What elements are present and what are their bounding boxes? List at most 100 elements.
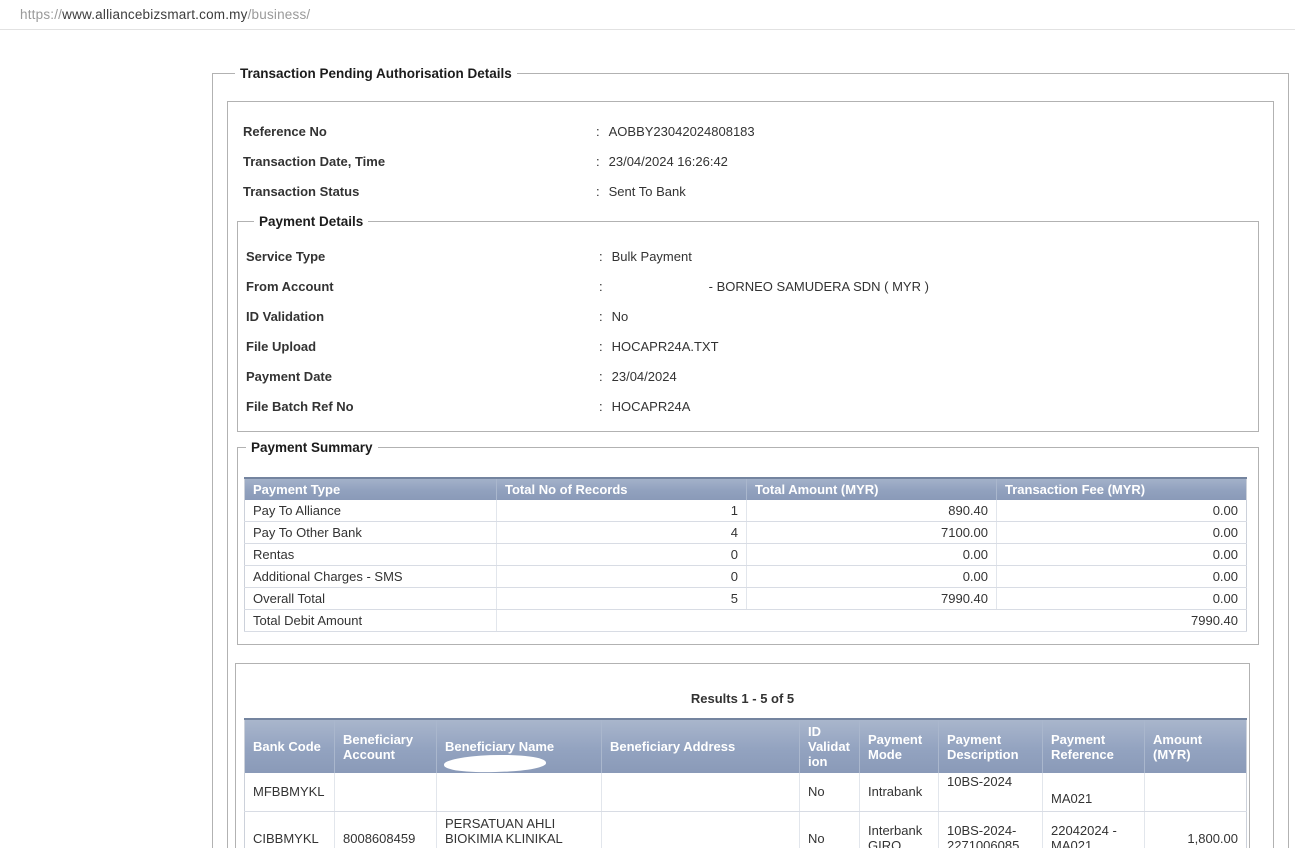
field-value-text: AOBBY23042024808183 (609, 124, 755, 139)
table-row: Pay To Alliance 1 890.40 0.00 (245, 500, 1247, 522)
cell-payment-reference: MA021 (1043, 773, 1145, 811)
field-label: File Batch Ref No (246, 399, 599, 414)
cell-records: 5 (497, 588, 747, 610)
field-value: :- BORNEO SAMUDERA SDN ( MYR ) (599, 279, 929, 294)
payment-summary-title: Payment Summary (246, 440, 378, 455)
cell-payment-type: Pay To Other Bank (245, 522, 497, 544)
cell-fee: 0.00 (997, 500, 1247, 522)
cell-records: 1 (497, 500, 747, 522)
field-row-from-account: From Account :- BORNEO SAMUDERA SDN ( MY… (246, 271, 1258, 301)
field-label: From Account (246, 279, 599, 294)
field-row-service-type: Service Type : Bulk Payment (246, 241, 1258, 271)
url-scheme: https:// (20, 7, 62, 22)
results-section: Results 1 - 5 of 5 Bank Code Beneficiary… (235, 663, 1250, 848)
cell-id-validation: No (800, 773, 860, 811)
column-header-beneficiary-account: Beneficiary Account (335, 719, 437, 773)
cell-amount: 0.00 (747, 544, 997, 566)
cell-payment-type: Pay To Alliance (245, 500, 497, 522)
field-label: File Upload (246, 339, 599, 354)
table-header-row: Payment Type Total No of Records Total A… (245, 478, 1247, 500)
field-value-text: No (612, 309, 629, 324)
payment-details-section: Payment Details Service Type : Bulk Payme… (237, 214, 1259, 432)
colon: : (599, 369, 603, 384)
cell-total-debit-value: 7990.40 (497, 610, 1247, 632)
details-panel: Reference No : AOBBY23042024808183 Transa… (227, 101, 1274, 848)
field-label: Reference No (243, 124, 596, 139)
column-header-id-validation: ID Validation (800, 719, 860, 773)
field-label: Transaction Date, Time (243, 154, 596, 169)
cell-records: 0 (497, 566, 747, 588)
url-domain: www.alliancebizsmart.com.my (62, 7, 247, 22)
colon: : (596, 154, 600, 169)
field-value: :23/04/2024 (599, 369, 677, 384)
field-value-text: HOCAPR24A (612, 399, 691, 414)
cell-amount: 7100.00 (747, 522, 997, 544)
field-value-text: Bulk Payment (612, 249, 692, 264)
colon: : (599, 399, 603, 414)
colon: : (599, 249, 603, 264)
results-table-wrap: Bank Code Beneficiary Account Beneficiar… (244, 718, 1246, 848)
cell-payment-type: Overall Total (245, 588, 497, 610)
table-row: MFBBMYKL No Intrabank 10BS-2024 MA021 (245, 773, 1247, 811)
column-header-transaction-fee: Transaction Fee (MYR) (997, 478, 1247, 500)
results-table: Bank Code Beneficiary Account Beneficiar… (244, 718, 1247, 848)
redacted-account-number (612, 279, 709, 294)
results-caption: Results 1 - 5 of 5 (236, 691, 1249, 706)
cell-fee: 0.00 (997, 522, 1247, 544)
column-header-beneficiary-address: Beneficiary Address (602, 719, 800, 773)
table-header-row: Bank Code Beneficiary Account Beneficiar… (245, 719, 1247, 773)
field-row-file-batch-ref: File Batch Ref No : HOCAPR24A (246, 391, 1258, 421)
field-value-text: 23/04/2024 16:26:42 (609, 154, 728, 169)
table-row: Overall Total 5 7990.40 0.00 (245, 588, 1247, 610)
colon: : (599, 309, 603, 324)
field-row-transaction-datetime: Transaction Date, Time :23/04/2024 16:26… (243, 146, 1261, 176)
field-row-payment-date: Payment Date :23/04/2024 (246, 361, 1258, 391)
field-value: : Bulk Payment (599, 249, 692, 264)
field-value: :Sent To Bank (596, 184, 686, 199)
field-row-transaction-status: Transaction Status :Sent To Bank (243, 176, 1261, 206)
total-debit-row: Total Debit Amount 7990.40 (245, 610, 1247, 632)
field-row-file-upload: File Upload :HOCAPR24A.TXT (246, 331, 1258, 361)
field-value-text: HOCAPR24A.TXT (612, 339, 719, 354)
column-header-payment-type: Payment Type (245, 478, 497, 500)
colon: : (596, 124, 600, 139)
field-value: :23/04/2024 16:26:42 (596, 154, 728, 169)
url-path: /business/ (248, 7, 311, 22)
table-row: Pay To Other Bank 4 7100.00 0.00 (245, 522, 1247, 544)
cell-amount: 7990.40 (747, 588, 997, 610)
transaction-pending-section: Transaction Pending Authorisation Detail… (212, 66, 1289, 848)
cell-records: 4 (497, 522, 747, 544)
cell-payment-description: 10BS-2024-2271006085 (939, 811, 1043, 848)
table-row: Additional Charges - SMS 0 0.00 0.00 (245, 566, 1247, 588)
cell-bank-code: CIBBMYKL (245, 811, 335, 848)
cell-fee: 0.00 (997, 566, 1247, 588)
cell-amount (1145, 773, 1247, 811)
column-header-payment-reference: Payment Reference (1043, 719, 1145, 773)
colon: : (599, 279, 603, 294)
field-value: :HOCAPR24A.TXT (599, 339, 719, 354)
field-label: Payment Date (246, 369, 599, 384)
column-header-payment-description: Payment Description (939, 719, 1043, 773)
cell-records: 0 (497, 544, 747, 566)
cell-beneficiary-account (335, 773, 437, 811)
field-label: Service Type (246, 249, 599, 264)
cell-payment-type: Rentas (245, 544, 497, 566)
column-header-total-records: Total No of Records (497, 478, 747, 500)
cell-payment-mode: Intrabank (860, 773, 939, 811)
field-value-text: Sent To Bank (609, 184, 686, 199)
payment-details-title: Payment Details (254, 214, 368, 229)
field-value: : HOCAPR24A (599, 399, 690, 414)
column-header-amount: Amount (MYR) (1145, 719, 1247, 773)
cell-amount: 1,800.00 (1145, 811, 1247, 848)
field-value: : AOBBY23042024808183 (596, 124, 755, 139)
browser-url-bar[interactable]: https://www.alliancebizsmart.com.my/busi… (0, 0, 1295, 30)
transaction-info: Reference No : AOBBY23042024808183 Transa… (235, 116, 1261, 206)
payment-summary-section: Payment Summary Payment Type Total No of… (237, 440, 1259, 645)
column-header-payment-mode: Payment Mode (860, 719, 939, 773)
cell-amount: 890.40 (747, 500, 997, 522)
cell-payment-reference: 22042024 - MA021 (1043, 811, 1145, 848)
field-row-id-validation: ID Validation : No (246, 301, 1258, 331)
cell-beneficiary-address (602, 773, 800, 811)
cell-total-debit-label: Total Debit Amount (245, 610, 497, 632)
field-label: ID Validation (246, 309, 599, 324)
